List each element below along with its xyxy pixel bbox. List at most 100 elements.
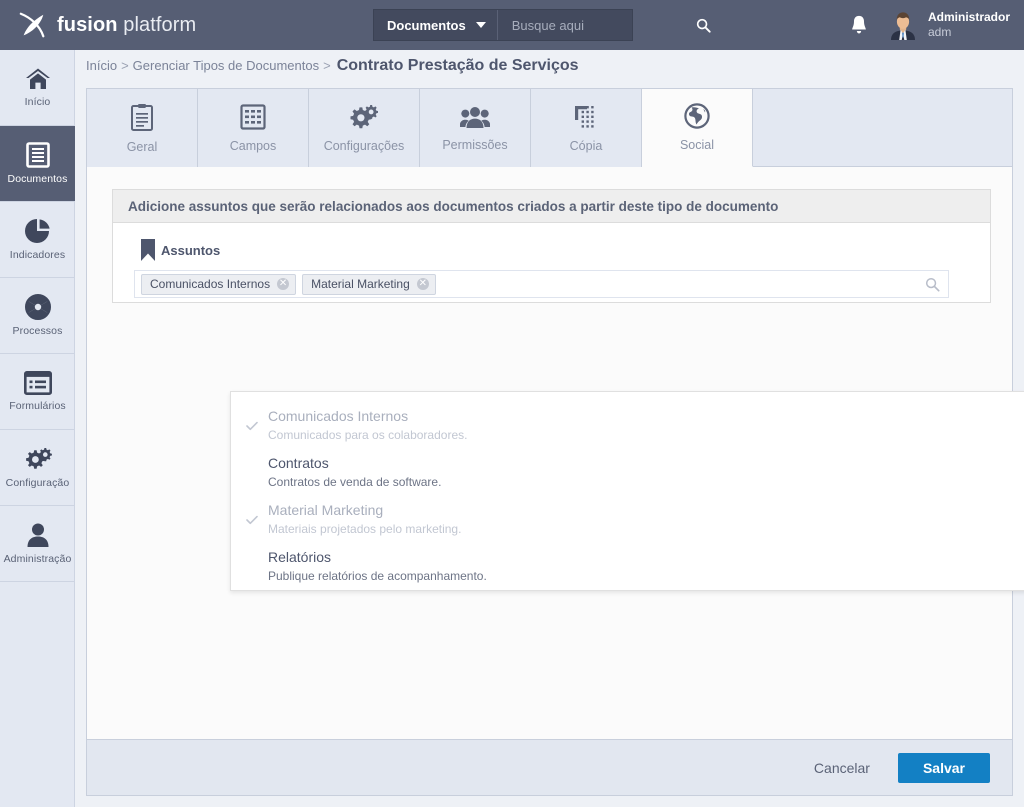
gears-icon	[350, 104, 378, 128]
bell-icon[interactable]	[849, 14, 869, 36]
card-body: Assuntos Comunicados Internos ✕ Material…	[112, 223, 991, 303]
sidebar-item-label: Formulários	[9, 400, 66, 412]
brand-name-light: platform	[117, 13, 197, 36]
search-icon[interactable]	[925, 277, 940, 292]
dropdown-option-comunicados-internos[interactable]: Comunicados Internos Comunicados para os…	[231, 402, 1024, 449]
sidebar-item-label: Início	[24, 96, 51, 108]
dropdown-option-description: Publique relatórios de acompanhamento.	[268, 569, 487, 583]
tab-label: Social	[679, 138, 715, 152]
search-scope-dropdown[interactable]: Documentos	[374, 10, 498, 40]
cancel-button[interactable]: Cancelar	[808, 759, 876, 777]
user-login: adm	[927, 25, 952, 39]
close-circle-icon[interactable]: ✕	[277, 278, 290, 290]
token-label: Comunicados Internos	[150, 277, 271, 291]
tab-bar: Geral Campos Configurações Permissões Có…	[87, 89, 1012, 167]
tab-configuracoes[interactable]: Configurações	[309, 89, 420, 167]
fusion-swoosh-logo-icon	[19, 12, 45, 38]
chevron-down-icon	[475, 22, 486, 28]
check-icon	[246, 421, 258, 431]
sidebar-item-label: Indicadores	[9, 249, 66, 261]
person-icon	[27, 523, 48, 547]
user-avatar	[890, 12, 915, 40]
grid-fields-icon	[240, 103, 266, 130]
assuntos-label-text: Assuntos	[161, 242, 221, 258]
search-input-wrap[interactable]	[498, 10, 721, 40]
global-search[interactable]: Documentos	[373, 9, 711, 41]
brand-text: fusion platform	[57, 14, 196, 37]
dropdown-option-title: Relatórios	[268, 549, 332, 565]
breadcrumb-separator: >	[121, 58, 129, 73]
gears-icon	[25, 448, 52, 469]
clipboard-icon	[131, 103, 153, 131]
tab-copia[interactable]: Cópia	[531, 89, 642, 167]
sidebar-item-inicio[interactable]: Início	[0, 50, 75, 126]
dropdown-option-contratos[interactable]: Contratos Contratos de venda de software…	[231, 449, 1024, 496]
sidebar-item-indicadores[interactable]: Indicadores	[0, 202, 75, 278]
sidebar-item-label: Administração	[3, 553, 72, 565]
tab-social[interactable]: Social	[642, 89, 753, 167]
tab-permissoes[interactable]: Permissões	[420, 89, 531, 167]
card-header: Adicione assuntos que serão relacionados…	[112, 189, 991, 223]
search-icon[interactable]	[696, 18, 711, 33]
form-list-icon	[23, 371, 52, 395]
breadcrumb: Início > Gerenciar Tipos de Documentos >…	[75, 50, 1024, 81]
social-card: Adicione assuntos que serão relacionados…	[112, 189, 991, 303]
tab-label: Configurações	[323, 138, 405, 153]
dropdown-option-material-marketing[interactable]: Material Marketing Materiais projetados …	[231, 496, 1024, 543]
sidebar-item-label: Processos	[12, 325, 63, 337]
token-label: Material Marketing	[311, 277, 410, 291]
pie-chart-icon	[24, 219, 50, 243]
assuntos-field-label: Assuntos	[141, 239, 220, 261]
main-panel: Geral Campos Configurações Permissões Có…	[86, 88, 1024, 796]
globe-icon	[684, 103, 710, 129]
assuntos-dropdown-list: Comunicados Internos Comunicados para os…	[231, 392, 1024, 590]
aperture-icon	[24, 294, 51, 320]
bookmark-icon	[141, 239, 155, 261]
tab-bar-filler	[753, 89, 1012, 166]
tab-label: Cópia	[569, 138, 603, 153]
assuntos-dropdown[interactable]: Comunicados Internos Comunicados para os…	[230, 391, 1024, 591]
dropdown-option-title: Contratos	[268, 455, 329, 471]
sidebar-item-label: Configuração	[5, 477, 70, 489]
close-circle-icon[interactable]: ✕	[416, 278, 429, 290]
document-icon	[25, 142, 50, 168]
tab-geral[interactable]: Geral	[87, 89, 198, 167]
tab-label: Campos	[229, 138, 277, 153]
sidebar-item-processos[interactable]: Processos	[0, 278, 75, 354]
breadcrumb-home[interactable]: Início	[86, 58, 117, 73]
breadcrumb-separator: >	[323, 58, 331, 73]
form-footer: Cancelar Salvar	[87, 739, 1012, 795]
brand[interactable]: fusion platform	[18, 10, 196, 40]
sidebar-item-documentos[interactable]: Documentos	[0, 126, 75, 202]
save-button[interactable]: Salvar	[897, 752, 990, 783]
brand-name-bold: fusion	[57, 13, 118, 36]
token-comunicados-internos[interactable]: Comunicados Internos ✕	[141, 273, 297, 295]
search-scope-label: Documentos	[387, 17, 466, 33]
page-title: Contrato Prestação de Serviços	[336, 56, 579, 74]
top-right-area: Administrador adm	[849, 0, 1010, 50]
assuntos-token-input[interactable]: Comunicados Internos ✕ Material Marketin…	[134, 270, 949, 298]
token-material-marketing[interactable]: Material Marketing ✕	[302, 273, 436, 295]
tab-label: Geral	[126, 139, 158, 154]
users-icon	[460, 106, 490, 128]
dropdown-option-title: Comunicados Internos	[268, 408, 409, 424]
home-icon	[25, 68, 50, 89]
user-name: Administrador	[927, 10, 1010, 24]
dropdown-option-description: Comunicados para os colaboradores.	[268, 428, 468, 442]
copy-icon	[575, 105, 594, 128]
breadcrumb-section[interactable]: Gerenciar Tipos de Documentos	[133, 58, 319, 73]
tab-campos[interactable]: Campos	[198, 89, 309, 167]
page-content: Início > Gerenciar Tipos de Documentos >…	[75, 50, 1024, 807]
top-bar: fusion platform Documentos Busque aqui A…	[0, 0, 1024, 50]
search-input[interactable]	[509, 16, 690, 34]
dropdown-option-relatorios[interactable]: Relatórios Publique relatórios de acompa…	[231, 543, 1024, 590]
sidebar: Início Documentos Indicadores Processos …	[0, 50, 75, 807]
sidebar-item-configuracao[interactable]: Configuração	[0, 430, 75, 506]
dropdown-option-description: Contratos de venda de software.	[268, 475, 442, 489]
sidebar-item-administracao[interactable]: Administração	[0, 506, 75, 582]
user-menu[interactable]: Administrador adm	[887, 9, 1010, 41]
check-icon	[246, 515, 258, 525]
dropdown-option-title: Material Marketing	[268, 502, 384, 518]
user-meta: Administrador adm	[928, 10, 1010, 40]
sidebar-item-formularios[interactable]: Formulários	[0, 354, 75, 430]
